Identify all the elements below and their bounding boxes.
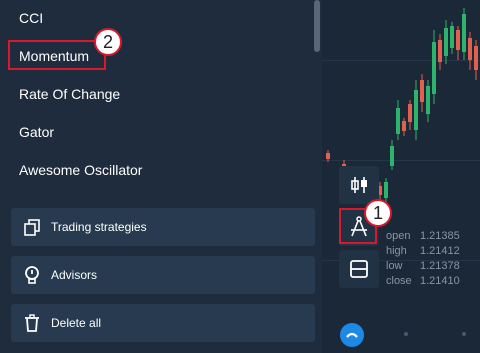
ohlc-close: close 1.21410 — [386, 274, 460, 288]
trading-strategies-label: Trading strategies — [51, 220, 147, 234]
ohlc-low: low 1.21378 — [386, 259, 460, 273]
scroll-to-latest-button[interactable] — [340, 323, 364, 347]
step-badge-2: 2 — [94, 28, 122, 56]
step-badge-1: 1 — [364, 199, 392, 227]
indicators-panel: CCI Momentum Rate Of Change Gator Awesom… — [0, 0, 322, 353]
advisors-label: Advisors — [51, 268, 98, 282]
trash-icon — [25, 314, 39, 332]
panel-scrollbar[interactable] — [314, 0, 320, 52]
split-layout-icon — [350, 260, 368, 278]
ohlc-high: high 1.21412 — [386, 244, 460, 258]
indicator-cci[interactable]: CCI — [19, 8, 43, 28]
chart-type-button[interactable] — [339, 166, 379, 204]
lightbulb-icon — [25, 266, 39, 284]
momentum-highlight-box — [8, 40, 106, 70]
ohlc-low-label: low — [386, 260, 403, 272]
timeline-dot — [462, 332, 466, 336]
ohlc-open: open 1.21385 — [386, 229, 460, 243]
ohlc-open-value: 1.21385 — [420, 230, 460, 242]
copy-icon — [24, 219, 40, 236]
ohlc-close-value: 1.21410 — [420, 275, 460, 287]
ohlc-low-value: 1.21378 — [420, 260, 460, 272]
arrow-up-icon — [346, 332, 358, 338]
ohlc-open-label: open — [386, 230, 411, 242]
indicator-gator[interactable]: Gator — [19, 122, 54, 142]
ohlc-high-label: high — [386, 245, 407, 257]
ohlc-high-value: 1.21412 — [420, 245, 460, 257]
timeline-dot — [404, 332, 408, 336]
ohlc-close-label: close — [386, 275, 412, 287]
layout-button[interactable] — [339, 250, 379, 288]
trading-strategies-button[interactable]: Trading strategies — [11, 208, 315, 246]
delete-all-label: Delete all — [51, 316, 102, 330]
delete-all-button[interactable]: Delete all — [11, 304, 315, 342]
candlestick-icon — [351, 177, 367, 193]
indicator-rate-of-change[interactable]: Rate Of Change — [19, 84, 120, 104]
advisors-button[interactable]: Advisors — [11, 256, 315, 294]
indicator-awesome-oscillator[interactable]: Awesome Oscillator — [19, 160, 142, 180]
